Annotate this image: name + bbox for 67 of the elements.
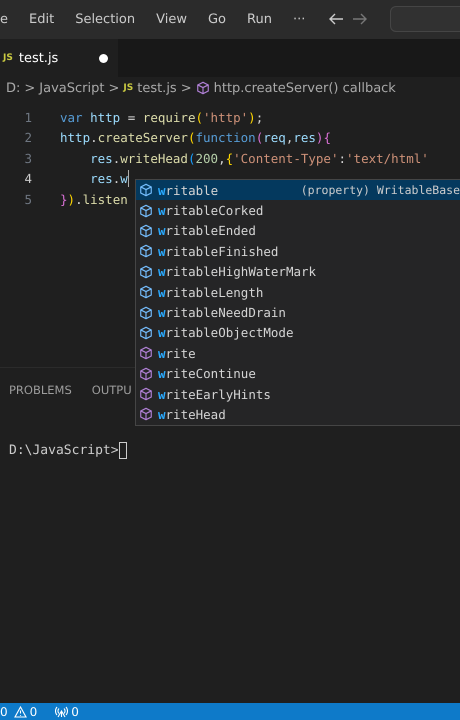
cube-icon — [139, 183, 153, 198]
breadcrumb-separator: > — [180, 80, 192, 96]
line-number: 5 — [23, 192, 32, 207]
code-line: http.createServer(function(req,res){ — [60, 130, 331, 146]
forward-arrow-icon[interactable] — [352, 12, 368, 26]
status-count[interactable]: 0 — [0, 704, 8, 718]
suggestion-item[interactable]: writableEnded — [136, 220, 460, 242]
box-icon — [196, 81, 210, 95]
breadcrumb-separator: > — [108, 80, 120, 96]
line-number: 1 — [23, 110, 32, 125]
code-line: }).listen — [60, 192, 128, 207]
menu-item[interactable]: Selection — [75, 12, 144, 26]
suggestion-item[interactable]: writeContinue — [136, 364, 460, 384]
line-number: 2 — [23, 130, 32, 146]
suggestion-item[interactable]: writableObjectMode — [136, 322, 460, 344]
breadcrumb-item[interactable]: test.js — [137, 80, 177, 96]
menu-item[interactable]: Go — [208, 12, 234, 26]
box-icon — [139, 366, 153, 381]
back-arrow-icon[interactable] — [328, 12, 344, 26]
line-number: 3 — [23, 150, 32, 166]
box-icon — [139, 387, 153, 402]
code-line: res.writeHead(200,{'Content-Type':'text/html' — [89, 150, 429, 166]
cube-icon — [139, 204, 153, 218]
suggestion-item[interactable]: writeHead — [136, 404, 460, 425]
breadcrumb-item[interactable]: D: — [6, 80, 20, 96]
suggestion-item[interactable]: writeEarlyHints — [136, 384, 460, 404]
suggestion-item[interactable]: writableHighWaterMark — [136, 262, 460, 282]
tab-label: test.js — [18, 50, 58, 66]
breadcrumb-separator: > — [24, 80, 36, 96]
breadcrumb-item[interactable]: JavaScript — [39, 80, 104, 96]
text-cursor — [128, 170, 130, 188]
suggestion-item[interactable]: write — [136, 343, 460, 364]
menu-item[interactable]: e — [0, 12, 16, 26]
status-count[interactable]: 0 — [30, 704, 38, 718]
menu-item[interactable]: ··· — [292, 12, 314, 26]
cube-icon — [139, 326, 153, 340]
cube-icon — [139, 285, 153, 300]
code-line: res.w — [89, 171, 128, 186]
menu-item[interactable]: Edit — [29, 12, 62, 26]
search-field[interactable] — [390, 6, 460, 32]
breadcrumb-item[interactable]: http.createServer() callback — [214, 80, 396, 96]
broadcast-icon[interactable] — [55, 706, 68, 718]
js-file-icon: JS — [3, 53, 13, 63]
suggestion-detail: (property) WritableBase — [300, 183, 460, 198]
suggestion-item[interactable]: writableFinished — [136, 241, 460, 262]
cube-icon — [139, 224, 153, 238]
box-icon — [139, 407, 153, 422]
editor-tab[interactable]: JS test.js — [0, 39, 118, 77]
js-file-icon: JS — [123, 83, 134, 93]
panel-tab[interactable]: OUTPU — [92, 383, 132, 398]
suggestion-item[interactable]: writable (property) WritableBase — [136, 180, 460, 200]
menu-item[interactable]: View — [156, 12, 195, 26]
terminal-cursor — [118, 442, 127, 459]
status-count[interactable]: 0 — [71, 704, 79, 718]
suggestion-item[interactable]: writableLength — [136, 282, 460, 302]
menu-item[interactable]: Run — [247, 12, 280, 26]
cube-icon — [139, 244, 153, 258]
terminal-prompt: D:\JavaScript> — [9, 443, 119, 458]
suggestion-item[interactable]: writableCorked — [136, 200, 460, 221]
cube-icon — [139, 306, 153, 320]
panel-tab[interactable]: PROBLEMS — [9, 383, 72, 398]
code-line: var http = require('http'); — [60, 110, 264, 125]
box-icon — [139, 346, 153, 360]
line-number: 4 — [23, 171, 32, 186]
cube-icon — [139, 264, 153, 279]
suggestion-item[interactable]: writableNeedDrain — [136, 302, 460, 323]
warning-icon[interactable] — [14, 706, 27, 718]
